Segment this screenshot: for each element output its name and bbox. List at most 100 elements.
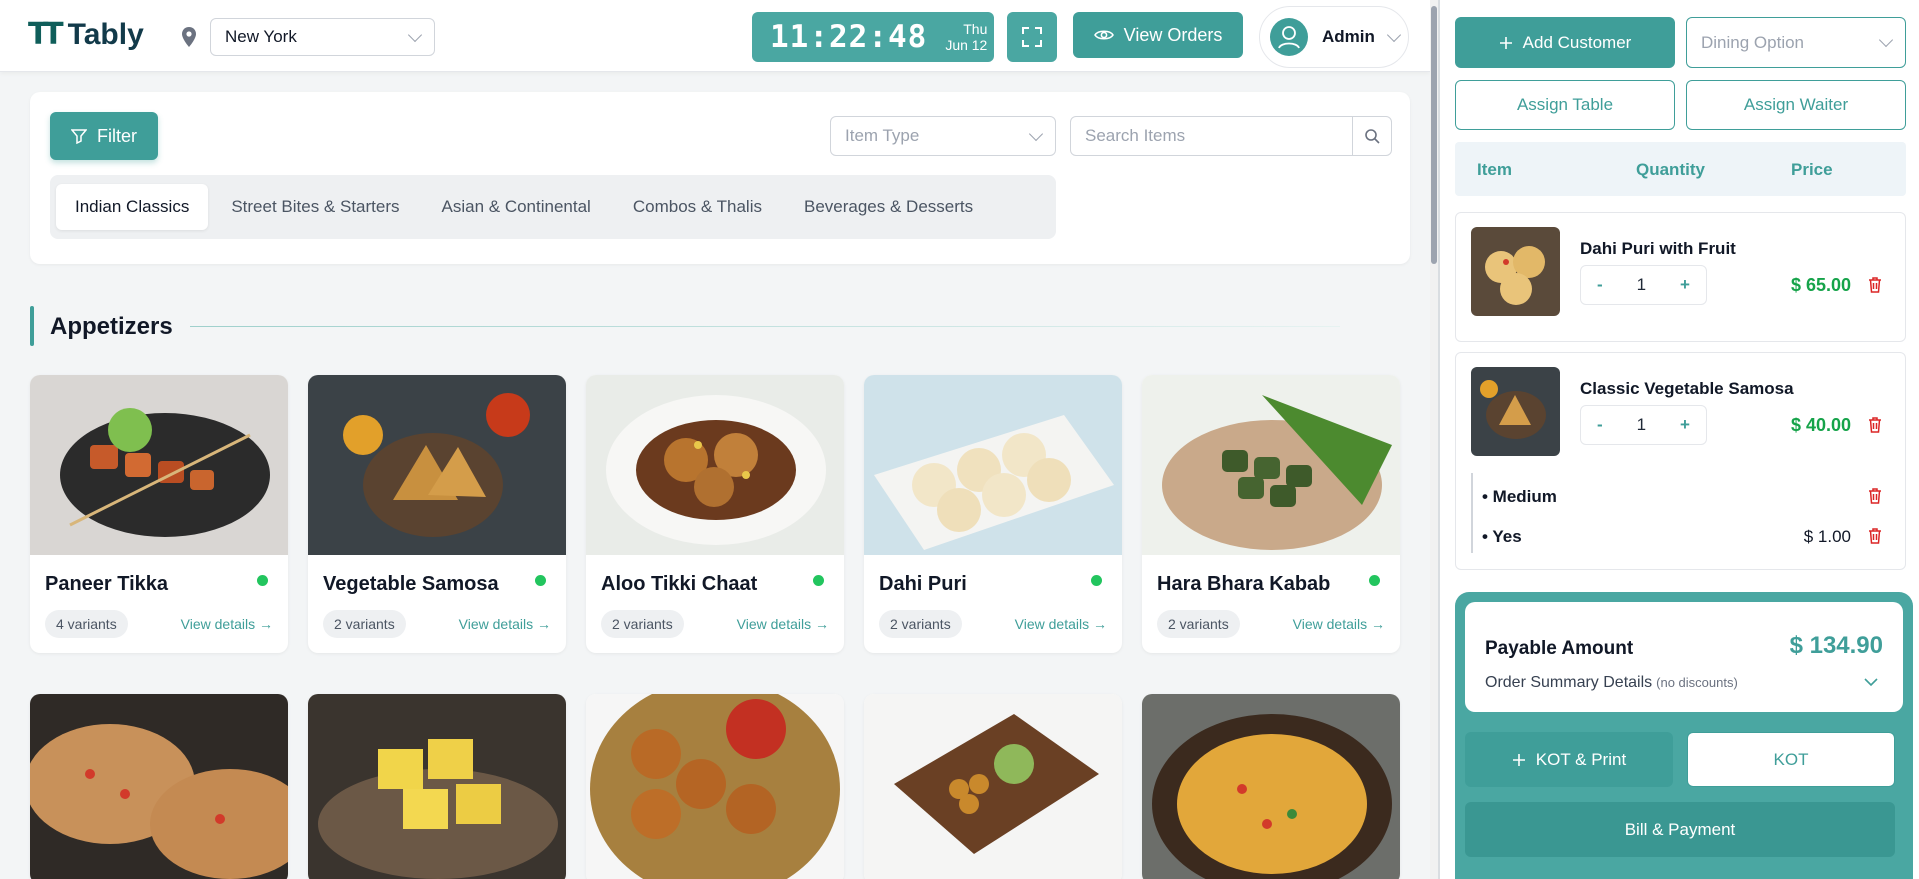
item-name: Dahi Puri bbox=[879, 573, 967, 595]
hara-bhara-kabab-image bbox=[1142, 375, 1400, 555]
kot-button[interactable]: KOT bbox=[1687, 732, 1895, 787]
tab-indian-classics[interactable]: Indian Classics bbox=[56, 184, 209, 230]
tab-street-bites[interactable]: Street Bites & Starters bbox=[212, 184, 418, 230]
clock-time: 11:22:48 bbox=[770, 19, 928, 55]
menu-item-card[interactable]: Vegetable Samosa 2 variants View details… bbox=[308, 375, 566, 653]
user-icon bbox=[1278, 26, 1300, 49]
increase-button[interactable]: + bbox=[1680, 415, 1690, 435]
section-divider bbox=[190, 326, 1340, 327]
avatar bbox=[1270, 18, 1308, 56]
view-details-link[interactable]: View details → bbox=[737, 616, 829, 632]
delete-icon[interactable] bbox=[1867, 276, 1883, 294]
view-details-link[interactable]: View details → bbox=[459, 616, 551, 632]
section-title: Appetizers bbox=[50, 313, 173, 340]
menu-item-card[interactable] bbox=[864, 694, 1122, 879]
bill-payment-button[interactable]: Bill & Payment bbox=[1465, 802, 1895, 857]
payable-card: Payable Amount $ 134.90 Order Summary De… bbox=[1465, 602, 1903, 712]
menu-item-card[interactable]: Paneer Tikka 4 variants View details → bbox=[30, 375, 288, 653]
dhokla-image bbox=[308, 694, 566, 879]
chevron-down-icon[interactable] bbox=[1863, 674, 1879, 690]
veg-indicator bbox=[1091, 575, 1102, 586]
search-box bbox=[1070, 116, 1392, 156]
tab-asian-continental[interactable]: Asian & Continental bbox=[423, 184, 610, 230]
chevron-down-icon bbox=[1386, 27, 1401, 42]
item-name: Paneer Tikka bbox=[45, 573, 169, 595]
order-item-price: $ 65.00 bbox=[1790, 275, 1851, 295]
delete-icon[interactable] bbox=[1867, 416, 1883, 434]
menu-item-card[interactable] bbox=[1142, 694, 1400, 879]
delete-icon[interactable] bbox=[1867, 487, 1883, 505]
item-type-select[interactable]: Item Type bbox=[830, 116, 1056, 156]
veg-indicator bbox=[1369, 575, 1380, 586]
view-orders-label: View Orders bbox=[1123, 24, 1223, 45]
kot-print-button[interactable]: KOT & Print bbox=[1465, 732, 1673, 787]
brand-name: Tably bbox=[67, 18, 144, 51]
payment-section: Payable Amount $ 134.90 Order Summary De… bbox=[1455, 592, 1913, 879]
item-type-placeholder: Item Type bbox=[845, 126, 920, 145]
item-name: Aloo Tikki Chaat bbox=[601, 573, 758, 595]
vegetable-samosa-image bbox=[308, 375, 566, 555]
fullscreen-button[interactable] bbox=[1007, 12, 1057, 62]
eye-icon bbox=[1093, 30, 1114, 40]
add-customer-button[interactable]: Add Customer bbox=[1455, 17, 1675, 68]
plus-icon bbox=[1512, 753, 1525, 766]
assign-table-button[interactable]: Assign Table bbox=[1455, 80, 1675, 130]
filter-label: Filter bbox=[97, 125, 137, 146]
assign-waiter-button[interactable]: Assign Waiter bbox=[1686, 80, 1906, 130]
item-name: Hara Bhara Kabab bbox=[1157, 573, 1331, 595]
view-orders-button[interactable]: View Orders bbox=[1073, 12, 1243, 58]
menu-item-card[interactable] bbox=[30, 694, 288, 879]
variants-badge: 4 variants bbox=[45, 610, 128, 638]
increase-button[interactable]: + bbox=[1680, 275, 1690, 295]
view-details-link[interactable]: View details → bbox=[181, 616, 273, 632]
brand-logo[interactable]: TT Tably bbox=[28, 20, 144, 50]
veg-indicator bbox=[257, 575, 268, 586]
column-quantity: Quantity bbox=[1636, 160, 1705, 179]
menu-item-card[interactable]: Aloo Tikki Chaat 2 variants View details… bbox=[586, 375, 844, 653]
dining-option-placeholder: Dining Option bbox=[1701, 32, 1805, 52]
scrollbar-thumb[interactable] bbox=[1431, 6, 1437, 264]
search-input[interactable] bbox=[1071, 117, 1353, 155]
category-tabs: Indian Classics Street Bites & Starters … bbox=[50, 175, 1056, 239]
clock-display: 11:22:48 Thu Jun 12 bbox=[752, 12, 994, 62]
variants-badge: 2 variants bbox=[879, 610, 962, 638]
location-value: New York bbox=[225, 27, 297, 46]
menu-item-card[interactable] bbox=[586, 694, 844, 879]
kot-print-label: KOT & Print bbox=[1535, 749, 1627, 769]
payable-amount: $ 134.90 bbox=[1789, 632, 1883, 659]
variants-badge: 2 variants bbox=[1157, 610, 1240, 638]
order-panel: Add Customer Dining Option Assign Table … bbox=[1440, 0, 1919, 879]
filter-button[interactable]: Filter bbox=[50, 112, 158, 160]
quantity-value: 1 bbox=[1636, 415, 1647, 434]
search-button[interactable] bbox=[1353, 117, 1391, 155]
pakora-tray-image bbox=[864, 694, 1122, 879]
tab-combos-thalis[interactable]: Combos & Thalis bbox=[614, 184, 781, 230]
menu-item-card[interactable]: Dahi Puri 2 variants View details → bbox=[864, 375, 1122, 653]
filter-panel: Filter Item Type Indian Classics Street … bbox=[30, 92, 1410, 264]
tab-beverages-desserts[interactable]: Beverages & Desserts bbox=[785, 184, 992, 230]
payable-label: Payable Amount bbox=[1485, 638, 1634, 659]
item-thumbnail bbox=[1471, 367, 1560, 456]
column-price: Price bbox=[1791, 160, 1833, 179]
veg-croquettes-image bbox=[586, 694, 844, 879]
user-menu[interactable]: Admin bbox=[1259, 6, 1409, 68]
delete-icon[interactable] bbox=[1867, 527, 1883, 545]
menu-item-card[interactable] bbox=[308, 694, 566, 879]
location-select[interactable]: New York bbox=[210, 18, 435, 56]
addon-item: • Medium bbox=[1482, 487, 1557, 506]
decrease-button[interactable]: - bbox=[1597, 275, 1603, 295]
top-bar: TT Tably New York 11:22:48 Thu Jun 12 Vi… bbox=[0, 0, 1430, 72]
quantity-value: 1 bbox=[1636, 275, 1647, 294]
order-item-price: $ 40.00 bbox=[1790, 415, 1851, 435]
order-summary-toggle[interactable]: Order Summary Details (no discounts) bbox=[1485, 674, 1738, 692]
aloo-tikki-chaat-image bbox=[586, 375, 844, 555]
menu-item-card[interactable]: Hara Bhara Kabab 2 variants View details… bbox=[1142, 375, 1400, 653]
user-name: Admin bbox=[1322, 27, 1375, 46]
quantity-stepper: - 1 + bbox=[1580, 405, 1707, 445]
view-details-link[interactable]: View details → bbox=[1015, 616, 1107, 632]
chevron-down-icon bbox=[1878, 32, 1894, 48]
plus-icon bbox=[1499, 36, 1512, 49]
decrease-button[interactable]: - bbox=[1597, 415, 1603, 435]
dining-option-select[interactable]: Dining Option bbox=[1686, 17, 1906, 68]
view-details-link[interactable]: View details → bbox=[1293, 616, 1385, 632]
